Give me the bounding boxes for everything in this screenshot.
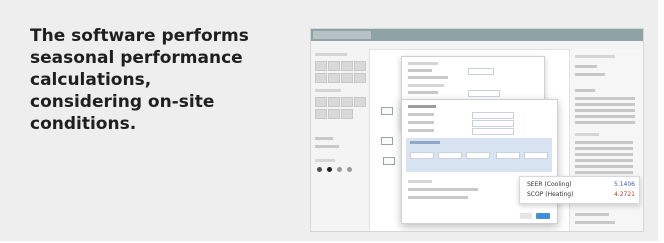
- panel-row: [575, 73, 605, 76]
- component-tile: [328, 73, 340, 83]
- panel-row: [575, 109, 635, 112]
- condition-field[interactable]: [496, 152, 520, 159]
- panel-header: [315, 89, 341, 92]
- results-box: SEER (Cooling) 5.1406 SCOP (Heating) 4.2…: [519, 176, 640, 204]
- panel-header: [575, 133, 599, 136]
- tool-icon[interactable]: [337, 167, 342, 172]
- component-tile: [328, 109, 340, 119]
- scop-label: SCOP (Heating): [527, 191, 574, 198]
- section-header: [408, 180, 432, 183]
- dialog-row: [408, 196, 468, 199]
- component-tile: [354, 73, 366, 83]
- component-tile: [315, 73, 327, 83]
- dialog-field[interactable]: [472, 112, 514, 119]
- component-tile: [315, 61, 327, 71]
- panel-row: [575, 121, 635, 124]
- dialog-field[interactable]: [472, 128, 514, 135]
- panel-header: [315, 53, 347, 56]
- dialog-row: [408, 91, 438, 94]
- component-tile: [341, 97, 353, 107]
- diagram-component: [381, 107, 393, 115]
- cancel-button[interactable]: [520, 213, 532, 219]
- component-tile: [341, 73, 353, 83]
- panel-header: [315, 159, 335, 162]
- panel-row: [575, 221, 615, 224]
- component-tile: [354, 61, 366, 71]
- dialog-row: [408, 129, 434, 132]
- dialog-row: [408, 84, 444, 87]
- dialog-title: [408, 105, 436, 108]
- section-header: [410, 141, 440, 144]
- dialog-row: [408, 113, 434, 116]
- diagram-component: [383, 157, 395, 165]
- seer-value: 5.1406: [614, 181, 635, 188]
- dialog-row: [408, 121, 434, 124]
- component-library-panel: [311, 49, 370, 231]
- panel-row: [575, 153, 633, 156]
- panel-row: [575, 165, 633, 168]
- scop-result: SCOP (Heating) 4.2721: [527, 190, 635, 200]
- panel-row: [575, 103, 635, 106]
- caption-line: The software performs: [30, 26, 249, 46]
- seer-label: SEER (Cooling): [527, 181, 572, 188]
- app-tab: [313, 31, 371, 39]
- caption-line: calculations,: [30, 70, 152, 90]
- panel-row: [315, 145, 339, 148]
- app-title-bar: [311, 29, 643, 41]
- component-tile: [341, 109, 353, 119]
- panel-row: [575, 89, 595, 92]
- tool-icon[interactable]: [317, 167, 322, 172]
- dialog-field[interactable]: [468, 90, 500, 97]
- dialog-row: [408, 69, 432, 72]
- component-tile: [328, 97, 340, 107]
- dialog-field[interactable]: [472, 120, 514, 127]
- caption-line: seasonal performance: [30, 48, 243, 68]
- caption-line: conditions.: [30, 114, 137, 134]
- tool-icon[interactable]: [347, 167, 352, 172]
- scop-value: 4.2721: [614, 191, 635, 198]
- performance-dialog: [401, 99, 558, 224]
- panel-row: [315, 137, 333, 140]
- condition-field[interactable]: [466, 152, 490, 159]
- dialog-field[interactable]: [468, 68, 494, 75]
- ok-button[interactable]: [536, 213, 550, 219]
- caption-line: considering on-site: [30, 92, 215, 112]
- component-tile: [341, 61, 353, 71]
- component-tile: [354, 97, 366, 107]
- condition-field[interactable]: [524, 152, 548, 159]
- diagram-component: [381, 137, 393, 145]
- component-tile: [315, 97, 327, 107]
- condition-field[interactable]: [410, 152, 434, 159]
- panel-header: [575, 55, 615, 58]
- dialog-row: [408, 62, 438, 65]
- panel-row: [575, 115, 635, 118]
- seer-result: SEER (Cooling) 5.1406: [527, 180, 635, 190]
- panel-row: [575, 213, 609, 216]
- conditions-section: [406, 138, 552, 172]
- dialog-row: [408, 188, 478, 191]
- component-tile: [315, 109, 327, 119]
- dialog-row: [408, 76, 448, 79]
- component-tile: [328, 61, 340, 71]
- condition-field[interactable]: [438, 152, 462, 159]
- feature-card: The software performs seasonal performan…: [0, 0, 658, 241]
- panel-row: [575, 97, 635, 100]
- panel-row: [575, 141, 633, 144]
- feature-caption: The software performs seasonal performan…: [30, 25, 280, 135]
- panel-row: [575, 159, 633, 162]
- panel-row: [575, 65, 597, 68]
- software-screenshot: SEER (Cooling) 5.1406 SCOP (Heating) 4.2…: [310, 28, 644, 232]
- panel-row: [575, 171, 633, 174]
- tool-icon[interactable]: [327, 167, 332, 172]
- panel-row: [575, 147, 633, 150]
